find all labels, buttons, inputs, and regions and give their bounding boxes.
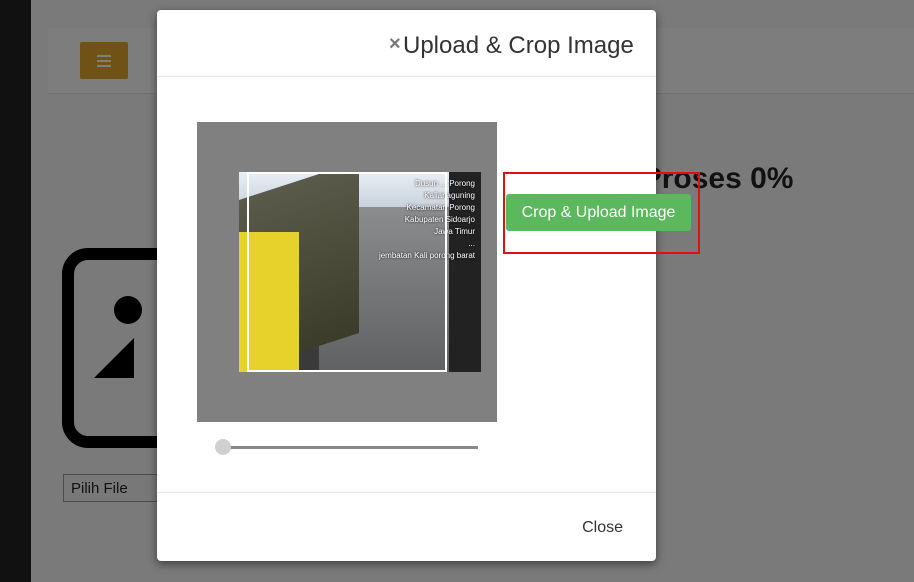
close-icon[interactable]: × <box>389 34 401 54</box>
close-button[interactable]: Close <box>582 519 623 537</box>
modal-footer: Close <box>157 492 656 561</box>
crop-area[interactable]: Dusun ... Porong Kalianaguning Kecamatan P… <box>197 122 497 422</box>
sidebar <box>0 0 31 582</box>
crop-selection-box[interactable] <box>247 172 447 372</box>
upload-crop-modal: × Upload & Crop Image Dusun ... Porong Ka… <box>157 10 700 561</box>
modal-title: Upload & Crop Image <box>403 32 634 59</box>
annotation-highlight-box <box>503 172 700 254</box>
slider-track <box>223 446 478 449</box>
slider-thumb[interactable] <box>215 439 231 455</box>
modal-header: × Upload & Crop Image <box>157 10 656 77</box>
zoom-slider[interactable] <box>215 439 480 455</box>
